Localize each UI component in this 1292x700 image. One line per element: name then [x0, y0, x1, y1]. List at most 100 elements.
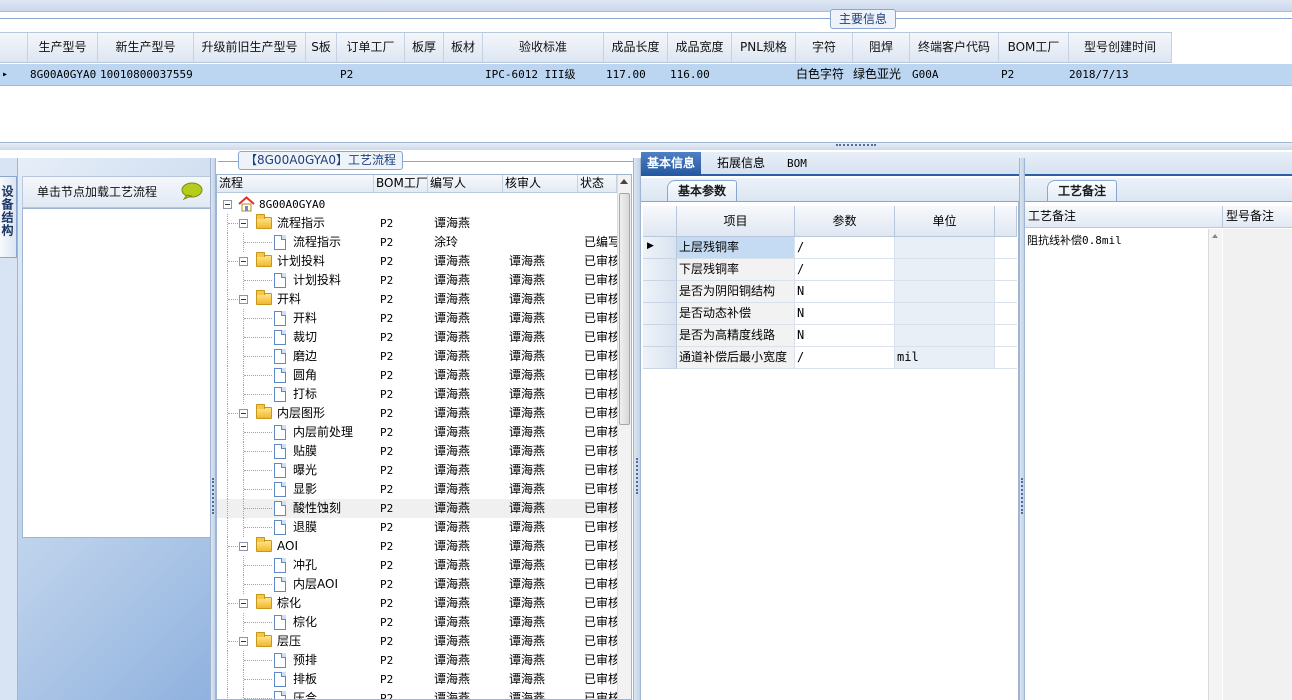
tree-group-node[interactable]: 流程指示 P2 谭海燕 — [217, 214, 617, 233]
col-header[interactable]: 验收标准 — [483, 33, 604, 62]
cell[interactable]: 10010800037559 — [100, 64, 194, 85]
tree-group-node[interactable]: 开料 P2 谭海燕 谭海燕 已审核 — [217, 290, 617, 309]
craft-notes-scrollbar[interactable] — [1208, 229, 1222, 700]
param-unit-cell[interactable] — [895, 281, 995, 303]
collapse-icon[interactable] — [239, 219, 248, 228]
cell[interactable]: 116.00 — [670, 64, 732, 85]
splitter-grip[interactable] — [212, 478, 214, 514]
tab-device-structure[interactable]: 设备结构 — [0, 176, 17, 258]
tree-leaf-node[interactable]: 显影 P2 谭海燕 谭海燕 已审核 — [217, 480, 617, 499]
model-notes-textarea[interactable] — [1223, 229, 1292, 700]
collapse-icon[interactable] — [239, 295, 248, 304]
collapse-icon[interactable] — [239, 599, 248, 608]
collapse-icon[interactable] — [239, 542, 248, 551]
cell[interactable]: 白色字符 — [796, 64, 853, 85]
col-header[interactable]: BOM工厂 — [999, 33, 1069, 62]
tree-leaf-node[interactable]: 内层前处理 P2 谭海燕 谭海燕 已审核 — [217, 423, 617, 442]
col-header[interactable]: PNL规格 — [732, 33, 796, 62]
col-header[interactable]: 成品长度 — [604, 33, 668, 62]
tree-leaf-node[interactable]: 开料 P2 谭海燕 谭海燕 已审核 — [217, 309, 617, 328]
row-header[interactable] — [643, 325, 677, 347]
craft-notes-textarea[interactable]: 阻抗线补偿0.8mil — [1025, 229, 1222, 700]
col-header[interactable]: 订单工厂 — [337, 33, 405, 62]
tree-leaf-node[interactable]: 计划投料 P2 谭海燕 谭海燕 已审核 — [217, 271, 617, 290]
cell[interactable]: P2 — [340, 64, 405, 85]
splitter-grip[interactable] — [636, 458, 638, 494]
col-header[interactable]: 成品宽度 — [668, 33, 732, 62]
collapse-icon[interactable] — [223, 200, 232, 209]
param-name-cell[interactable]: 是否动态补偿 — [677, 303, 795, 325]
col-header[interactable]: 新生产型号 — [98, 33, 194, 62]
tree-scrollbar[interactable] — [617, 175, 631, 699]
param-unit-cell[interactable] — [895, 237, 995, 259]
tree-col-header[interactable]: 编写人 — [428, 175, 503, 192]
tree-leaf-node[interactable]: 冲孔 P2 谭海燕 谭海燕 已审核 — [217, 556, 617, 575]
tree-group-node[interactable]: AOI P2 谭海燕 谭海燕 已审核 — [217, 537, 617, 556]
scroll-up-icon[interactable] — [1212, 234, 1218, 238]
tree-leaf-node[interactable]: 贴膜 P2 谭海燕 谭海燕 已审核 — [217, 442, 617, 461]
tab-basic-params[interactable]: 基本参数 — [667, 180, 738, 201]
tree-col-header[interactable]: 核审人 — [503, 175, 578, 192]
col-header[interactable]: S板 — [306, 33, 337, 62]
cell[interactable]: IPC-6012 III级 — [485, 64, 604, 85]
tree-leaf-node[interactable]: 预排 P2 谭海燕 谭海燕 已审核 — [217, 651, 617, 670]
row-header[interactable] — [643, 347, 677, 369]
tree-group-node[interactable]: 棕化 P2 谭海燕 谭海燕 已审核 — [217, 594, 617, 613]
param-value-cell[interactable]: / — [795, 237, 895, 259]
param-name-cell[interactable]: 是否为高精度线路 — [677, 325, 795, 347]
param-row[interactable]: 是否为阴阳铜结构 N — [643, 281, 1017, 303]
param-row[interactable]: 下层残铜率 / — [643, 259, 1017, 281]
tab-bom[interactable]: BOM — [781, 152, 813, 176]
param-unit-cell[interactable] — [895, 303, 995, 325]
collapse-icon[interactable] — [239, 257, 248, 266]
cell[interactable] — [308, 64, 337, 85]
collapse-icon[interactable] — [239, 409, 248, 418]
cell[interactable]: 117.00 — [606, 64, 668, 85]
col-header[interactable]: 字符 — [796, 33, 853, 62]
tree-col-header[interactable]: BOM工厂 — [374, 175, 428, 192]
middle-splitter[interactable] — [633, 158, 641, 700]
tree-leaf-node[interactable]: 退膜 P2 谭海燕 谭海燕 已审核 — [217, 518, 617, 537]
param-name-cell[interactable]: 通道补偿后最小宽度 — [677, 347, 795, 369]
table-row[interactable]: ▸ 8G00A0GYA0 10010800037559 P2 IPC-6012 … — [0, 64, 1292, 86]
col-header[interactable]: 终端客户代码 — [910, 33, 999, 62]
tab-extended-info[interactable]: 拓展信息 — [711, 152, 771, 176]
bp-col-header[interactable]: 参数 — [795, 206, 895, 237]
param-value-cell[interactable]: N — [795, 281, 895, 303]
bp-col-header[interactable]: 单位 — [895, 206, 995, 237]
tree-leaf-node[interactable]: 打标 P2 谭海燕 谭海燕 已审核 — [217, 385, 617, 404]
tree-leaf-node[interactable]: 压合 P2 谭海燕 谭海燕 已审核 — [217, 689, 617, 699]
tree-leaf-node[interactable]: 圆角 P2 谭海燕 谭海燕 已审核 — [217, 366, 617, 385]
cell[interactable]: P2 — [1001, 64, 1069, 85]
left-node-list[interactable] — [22, 208, 211, 538]
tree-leaf-node[interactable]: 曝光 P2 谭海燕 谭海燕 已审核 — [217, 461, 617, 480]
param-row[interactable]: 通道补偿后最小宽度 / mil — [643, 347, 1017, 369]
param-name-cell[interactable]: 是否为阴阳铜结构 — [677, 281, 795, 303]
tree-col-header[interactable]: 流程 — [217, 175, 374, 192]
tree-leaf-node[interactable]: 裁切 P2 谭海燕 谭海燕 已审核 — [217, 328, 617, 347]
param-row[interactable]: 是否动态补偿 N — [643, 303, 1017, 325]
collapse-icon[interactable] — [239, 637, 248, 646]
param-value-cell[interactable]: / — [795, 347, 895, 369]
param-row[interactable]: 是否为高精度线路 N — [643, 325, 1017, 347]
tree-col-header[interactable]: 状态 — [578, 175, 617, 192]
scroll-thumb[interactable] — [619, 193, 630, 425]
col-header[interactable]: 型号创建时间 — [1069, 33, 1172, 62]
tab-craft-notes[interactable]: 工艺备注 — [1047, 180, 1118, 201]
cell[interactable] — [734, 64, 796, 85]
tree-leaf-node[interactable]: 流程指示 P2 涂玲 已编写 — [217, 233, 617, 252]
row-header[interactable] — [643, 259, 677, 281]
col-header[interactable]: 升级前旧生产型号 — [194, 33, 306, 62]
row-header[interactable] — [643, 303, 677, 325]
col-header[interactable]: 板厚 — [405, 33, 444, 62]
tab-basic-info[interactable]: 基本信息 — [641, 152, 702, 176]
horizontal-splitter[interactable] — [0, 142, 1292, 150]
param-value-cell[interactable]: / — [795, 259, 895, 281]
tree-leaf-node[interactable]: 酸性蚀刻 P2 谭海燕 谭海燕 已审核 — [217, 499, 617, 518]
cell[interactable]: 2018/7/13 — [1069, 64, 1172, 85]
param-unit-cell[interactable]: mil — [895, 347, 995, 369]
scroll-up-icon[interactable] — [620, 179, 628, 184]
bp-col-header[interactable]: 项目 — [677, 206, 795, 237]
param-name-cell[interactable]: 下层残铜率 — [677, 259, 795, 281]
param-value-cell[interactable]: N — [795, 325, 895, 347]
